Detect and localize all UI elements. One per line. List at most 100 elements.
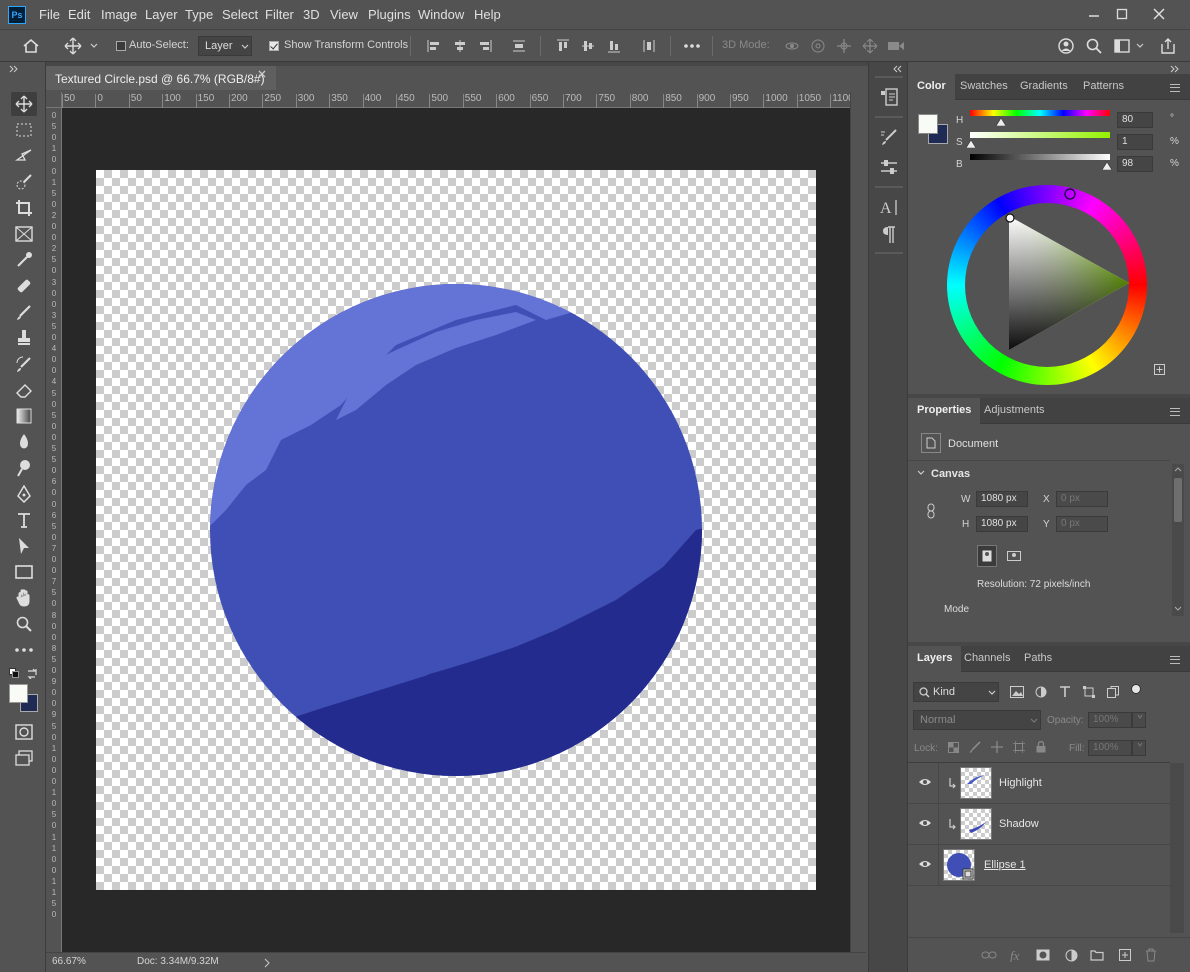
opacity-field[interactable]: 100% bbox=[1088, 712, 1132, 728]
landscape-orientation-icon[interactable] bbox=[1004, 545, 1024, 567]
layer-name[interactable]: Ellipse 1 bbox=[984, 859, 1026, 871]
brightness-input[interactable]: 98 bbox=[1117, 156, 1153, 172]
type-layer-filter-icon[interactable] bbox=[1056, 684, 1074, 700]
move-tool-icon[interactable] bbox=[11, 92, 37, 116]
tab-properties[interactable]: Properties bbox=[908, 398, 981, 424]
menu-filter[interactable]: Filter bbox=[265, 7, 294, 22]
panel-menu-icon[interactable] bbox=[1170, 656, 1180, 664]
menu-type[interactable]: Type bbox=[185, 7, 213, 22]
frame-icon[interactable] bbox=[11, 222, 37, 246]
hue-slider[interactable] bbox=[970, 110, 1110, 116]
tab-color[interactable]: Color bbox=[908, 74, 955, 100]
layer-row[interactable]: Highlight bbox=[908, 763, 1170, 804]
lock-image-pixels-icon[interactable] bbox=[968, 740, 982, 754]
gradient-icon[interactable] bbox=[11, 404, 37, 428]
ruler-origin[interactable] bbox=[46, 92, 62, 108]
align-top-icon[interactable] bbox=[554, 36, 572, 56]
quick-mask-icon[interactable] bbox=[11, 720, 37, 744]
layers-scrollbar[interactable] bbox=[1170, 763, 1184, 933]
align-center-icon[interactable] bbox=[451, 36, 469, 56]
3d-camera-icon[interactable] bbox=[886, 36, 906, 56]
link-icon[interactable] bbox=[924, 502, 938, 520]
align-bottom-icon[interactable] bbox=[605, 36, 623, 56]
tab-channels[interactable]: Channels bbox=[955, 646, 1019, 672]
tab-swatches[interactable]: Swatches bbox=[951, 74, 1017, 100]
document-canvas[interactable] bbox=[96, 170, 816, 890]
dodge-icon[interactable] bbox=[11, 456, 37, 480]
maximize-icon[interactable] bbox=[1112, 4, 1132, 24]
zoom-icon[interactable] bbox=[11, 612, 37, 636]
portrait-orientation-icon[interactable] bbox=[977, 545, 997, 567]
menu-image[interactable]: Image bbox=[101, 7, 137, 22]
tab-layers[interactable]: Layers bbox=[908, 646, 962, 672]
close-icon[interactable] bbox=[1149, 4, 1169, 24]
saturation-slider[interactable] bbox=[970, 132, 1110, 138]
adjustment-layer-filter-icon[interactable] bbox=[1032, 684, 1050, 700]
visibility-eye-icon[interactable] bbox=[918, 818, 932, 828]
visibility-eye-icon[interactable] bbox=[918, 859, 932, 869]
panel-menu-icon[interactable] bbox=[1170, 408, 1180, 416]
add-swatch-icon[interactable] bbox=[1153, 363, 1165, 375]
brightness-slider[interactable] bbox=[970, 154, 1110, 160]
menu-select[interactable]: Select bbox=[222, 7, 258, 22]
3d-slide-icon[interactable] bbox=[860, 36, 880, 56]
menu-plugins[interactable]: Plugins bbox=[368, 7, 411, 22]
auto-select-checkbox[interactable] bbox=[116, 41, 126, 51]
brightness-slider-thumb[interactable] bbox=[1102, 162, 1113, 170]
shape-layer-filter-icon[interactable] bbox=[1080, 684, 1098, 700]
fill-field[interactable]: 100% bbox=[1088, 740, 1132, 756]
eraser-icon[interactable] bbox=[11, 378, 37, 402]
chevron-down-icon[interactable] bbox=[916, 468, 926, 478]
chevron-down-icon[interactable] bbox=[88, 40, 100, 52]
tab-adjustments[interactable]: Adjustments bbox=[975, 398, 1054, 424]
layer-row[interactable]: Shadow bbox=[908, 804, 1170, 845]
close-icon[interactable] bbox=[258, 70, 266, 78]
rectangle-tool-icon[interactable] bbox=[11, 560, 37, 584]
lasso-icon[interactable] bbox=[11, 144, 37, 168]
new-adjustment-layer-icon[interactable] bbox=[1062, 947, 1080, 963]
new-layer-icon[interactable] bbox=[1116, 947, 1134, 963]
adjustments-panel-icon[interactable] bbox=[877, 156, 901, 178]
clone-stamp-icon[interactable] bbox=[11, 326, 37, 350]
new-group-icon[interactable] bbox=[1088, 947, 1106, 963]
lock-all-icon[interactable] bbox=[1034, 740, 1048, 754]
add-mask-icon[interactable] bbox=[1034, 947, 1052, 963]
layer-row[interactable]: Ellipse 1 bbox=[908, 845, 1170, 886]
canvas-section-label[interactable]: Canvas bbox=[931, 468, 970, 480]
hue-slider-thumb[interactable] bbox=[995, 118, 1006, 126]
collapse-toolbar-icon[interactable] bbox=[8, 64, 20, 74]
lock-artboard-icon[interactable] bbox=[1012, 740, 1026, 754]
canvas-y-field[interactable]: 0 px bbox=[1056, 516, 1108, 532]
tab-paths[interactable]: Paths bbox=[1015, 646, 1061, 672]
quick-selection-icon[interactable] bbox=[11, 170, 37, 194]
vertical-scrollbar[interactable] bbox=[850, 92, 866, 952]
properties-scrollbar[interactable] bbox=[1172, 464, 1184, 616]
paragraph-panel-icon[interactable] bbox=[877, 224, 901, 246]
foreground-color-swatch[interactable] bbox=[9, 684, 28, 703]
blur-icon[interactable] bbox=[11, 430, 37, 454]
swap-colors-icon[interactable] bbox=[26, 667, 38, 679]
opacity-dropdown[interactable] bbox=[1132, 712, 1146, 728]
link-layers-icon[interactable] bbox=[980, 947, 998, 963]
rectangular-marquee-icon[interactable] bbox=[11, 118, 37, 142]
menu-view[interactable]: View bbox=[330, 7, 358, 22]
history-panel-icon[interactable] bbox=[877, 86, 901, 108]
smart-object-filter-icon[interactable] bbox=[1104, 684, 1122, 700]
tab-gradients[interactable]: Gradients bbox=[1011, 74, 1077, 100]
minimize-icon[interactable] bbox=[1084, 4, 1104, 24]
pixel-layer-filter-icon[interactable] bbox=[1008, 684, 1026, 700]
menu-edit[interactable]: Edit bbox=[68, 7, 90, 22]
color-triangle[interactable] bbox=[947, 185, 1147, 385]
menu-layer[interactable]: Layer bbox=[145, 7, 178, 22]
canvas-height-field[interactable]: 1080 px bbox=[976, 516, 1028, 532]
default-colors-icon[interactable] bbox=[9, 668, 19, 678]
3d-pan-icon[interactable] bbox=[834, 36, 854, 56]
collapse-panels-icon[interactable] bbox=[1170, 64, 1180, 74]
move-tool-preset-icon[interactable] bbox=[62, 36, 84, 56]
menu-file[interactable]: File bbox=[39, 7, 60, 22]
menu-3d[interactable]: 3D bbox=[303, 7, 320, 22]
fill-dropdown[interactable] bbox=[1132, 740, 1146, 756]
saturation-slider-thumb[interactable] bbox=[966, 140, 977, 148]
canvas-width-field[interactable]: 1080 px bbox=[976, 491, 1028, 507]
canvas-x-field[interactable]: 0 px bbox=[1056, 491, 1108, 507]
